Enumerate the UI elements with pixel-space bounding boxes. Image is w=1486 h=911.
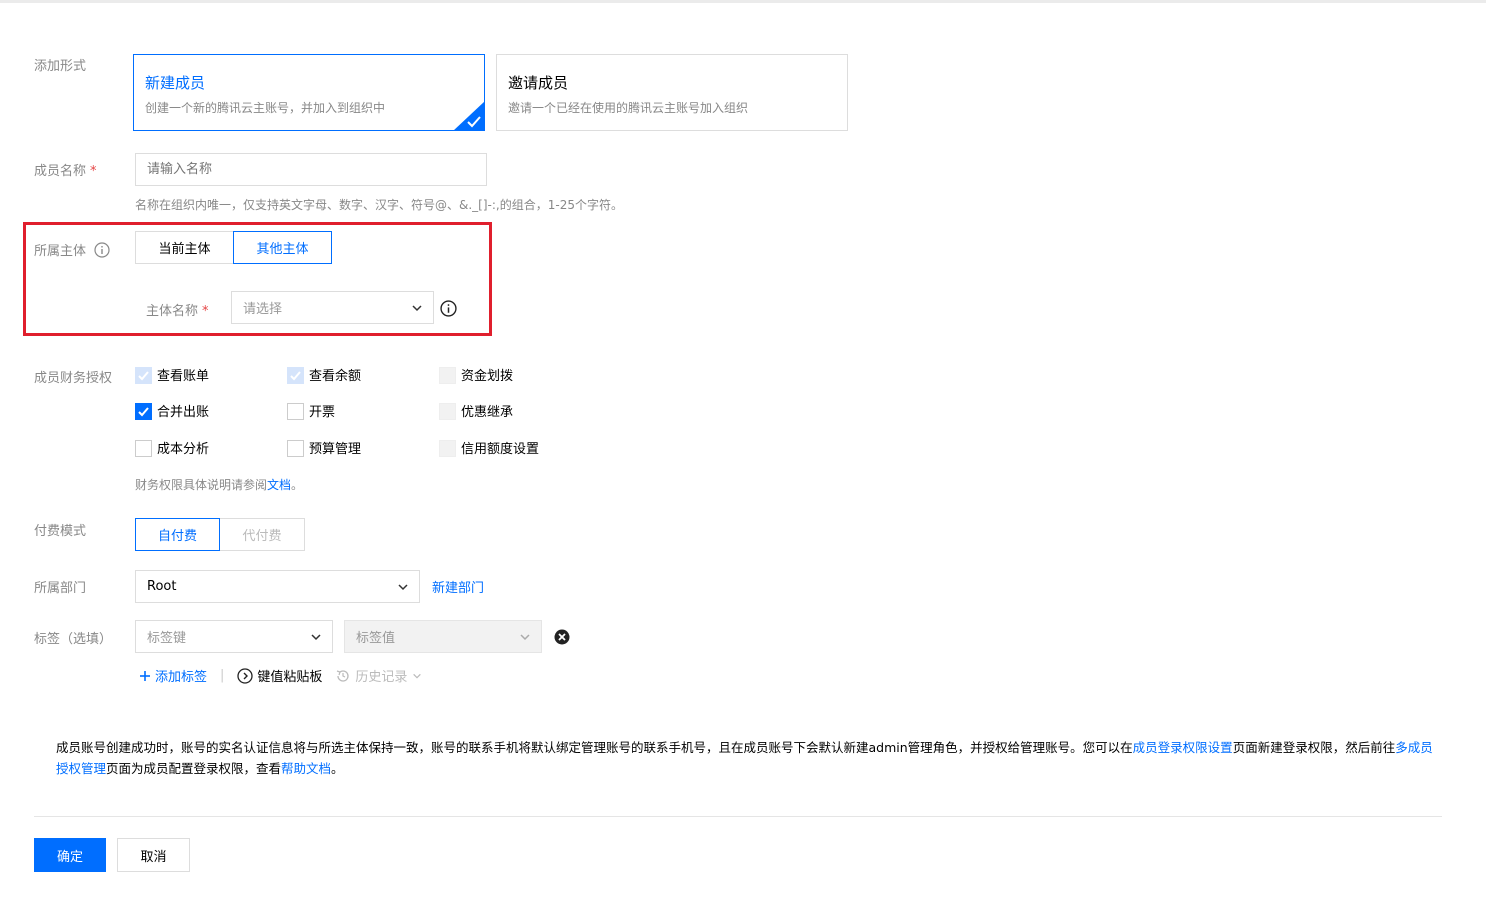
pay-mode-self[interactable]: 自付费	[135, 518, 220, 551]
paste-board-button[interactable]: 键值粘贴板	[237, 666, 322, 685]
entity-name-placeholder: 请选择	[243, 302, 283, 317]
perm-label: 开票	[309, 404, 336, 420]
member-name-hint: 名称在组织内唯一，仅支持英文字母、数字、汉字、符号@、&._[]-:,的组合，1…	[135, 198, 623, 212]
top-divider	[0, 0, 1486, 3]
card-new-member-title: 新建成员	[145, 74, 206, 92]
checkbox	[439, 440, 456, 457]
checkbox[interactable]	[135, 440, 152, 457]
history-icon	[337, 669, 350, 682]
login-permission-link[interactable]: 成员登录权限设置	[1133, 740, 1233, 755]
perm-label: 查看余额	[309, 368, 362, 384]
department-label: 所属部门	[34, 581, 87, 596]
help-doc-link[interactable]: 帮助文档	[281, 761, 331, 776]
entity-label-text: 所属主体	[34, 244, 87, 259]
perm-merge-billing[interactable]: 合并出账	[135, 400, 209, 420]
checkbox[interactable]	[287, 440, 304, 457]
member-name-label: 成员名称 *	[34, 160, 97, 179]
chevron-down-icon	[398, 583, 408, 590]
tag-value-placeholder: 标签值	[356, 631, 396, 646]
perm-label: 查看账单	[157, 368, 210, 384]
finance-hint-text: 财务权限具体说明请参阅	[135, 478, 268, 492]
selected-check-icon	[453, 101, 485, 131]
notice-part1: 成员账号创建成功时，账号的实名认证信息将与所选主体保持一致，账号的联系手机将默认…	[56, 740, 1133, 755]
checkbox[interactable]	[135, 403, 152, 420]
separator: |	[220, 668, 225, 683]
add-mode-label: 添加形式	[34, 59, 87, 74]
perm-credit-limit: 信用额度设置	[439, 437, 539, 457]
perm-label: 预算管理	[309, 441, 362, 457]
entity-toggle: 当前主体 其他主体	[135, 231, 332, 264]
chevron-down-icon	[412, 304, 422, 311]
entity-option-current[interactable]: 当前主体	[135, 231, 233, 264]
add-tag-label: 添加标签	[155, 670, 208, 685]
paste-board-label: 键值粘贴板	[257, 670, 323, 685]
checkbox	[439, 403, 456, 420]
new-department-link[interactable]: 新建部门	[432, 577, 484, 596]
perm-view-balance: 查看余额	[287, 364, 361, 384]
perm-label: 信用额度设置	[461, 441, 540, 457]
confirm-button[interactable]: 确定	[34, 838, 106, 872]
history-label: 历史记录	[355, 670, 408, 685]
perm-invoice[interactable]: 开票	[287, 400, 335, 420]
perm-label: 资金划拨	[461, 368, 514, 384]
finance-hint: 财务权限具体说明请参阅文档。	[135, 476, 303, 493]
remove-tag-icon[interactable]	[554, 629, 570, 645]
notice-part3: 页面为成员配置登录权限，查看	[106, 761, 282, 776]
add-tag-button[interactable]: 添加标签	[139, 666, 207, 685]
finance-label: 成员财务授权	[34, 371, 113, 386]
entity-name-label: 主体名称 *	[146, 300, 209, 319]
entity-option-other[interactable]: 其他主体	[233, 231, 332, 264]
member-name-input[interactable]	[135, 153, 487, 186]
card-invite-member[interactable]: 邀请成员 邀请一个已经在使用的腾讯云主账号加入组织	[496, 54, 848, 131]
footer-divider	[34, 816, 1442, 817]
required-mark: *	[202, 304, 209, 319]
play-circle-icon	[237, 667, 254, 684]
entity-name-select[interactable]: 请选择	[231, 291, 434, 324]
notice-part4: 。	[331, 761, 344, 776]
entity-name-label-text: 主体名称	[146, 304, 199, 319]
perm-view-bill: 查看账单	[135, 364, 209, 384]
tag-actions: 添加标签 | 键值粘贴板 历史记录	[139, 666, 422, 685]
department-select[interactable]: Root	[135, 570, 420, 603]
perm-cost-analysis[interactable]: 成本分析	[135, 437, 209, 457]
tag-key-placeholder: 标签键	[147, 631, 187, 646]
cancel-button[interactable]: 取消	[117, 838, 190, 872]
member-name-label-text: 成员名称	[34, 164, 87, 179]
doc-link[interactable]: 文档	[267, 478, 291, 492]
department-value: Root	[147, 579, 177, 594]
checkbox	[135, 367, 152, 384]
card-new-member[interactable]: 新建成员 创建一个新的腾讯云主账号，并加入到组织中	[133, 54, 485, 131]
pay-mode-proxy: 代付费	[220, 518, 305, 551]
perm-label: 合并出账	[157, 404, 210, 420]
card-invite-member-desc: 邀请一个已经在使用的腾讯云主账号加入组织	[508, 101, 749, 115]
info-icon[interactable]	[94, 242, 110, 258]
tag-value-select: 标签值	[344, 620, 542, 653]
perm-discount-inherit: 优惠继承	[439, 400, 513, 420]
pay-mode-toggle: 自付费 代付费	[135, 518, 305, 551]
checkbox	[287, 367, 304, 384]
perm-label: 成本分析	[157, 441, 210, 457]
entity-label: 所属主体	[34, 240, 110, 259]
chevron-down-icon	[520, 633, 530, 640]
checkbox[interactable]	[287, 403, 304, 420]
history-button: 历史记录	[335, 666, 422, 685]
perm-label: 优惠继承	[461, 404, 514, 420]
pay-mode-label: 付费模式	[34, 524, 87, 539]
info-icon[interactable]	[440, 300, 457, 317]
finance-hint-suffix: 。	[291, 478, 304, 492]
card-new-member-desc: 创建一个新的腾讯云主账号，并加入到组织中	[145, 101, 386, 115]
notice-text: 成员账号创建成功时，账号的实名认证信息将与所选主体保持一致，账号的联系手机将默认…	[56, 737, 1436, 779]
notice-part2: 页面新建登录权限，然后前往	[1232, 740, 1396, 755]
tag-key-select[interactable]: 标签键	[135, 620, 333, 653]
tags-label: 标签（选填）	[34, 632, 113, 647]
checkbox	[439, 367, 456, 384]
perm-fund-transfer: 资金划拨	[439, 364, 513, 384]
card-invite-member-title: 邀请成员	[508, 74, 569, 92]
required-mark: *	[90, 164, 97, 179]
chevron-down-icon	[413, 673, 422, 679]
perm-budget[interactable]: 预算管理	[287, 437, 361, 457]
chevron-down-icon	[311, 633, 321, 640]
plus-icon	[140, 670, 150, 681]
